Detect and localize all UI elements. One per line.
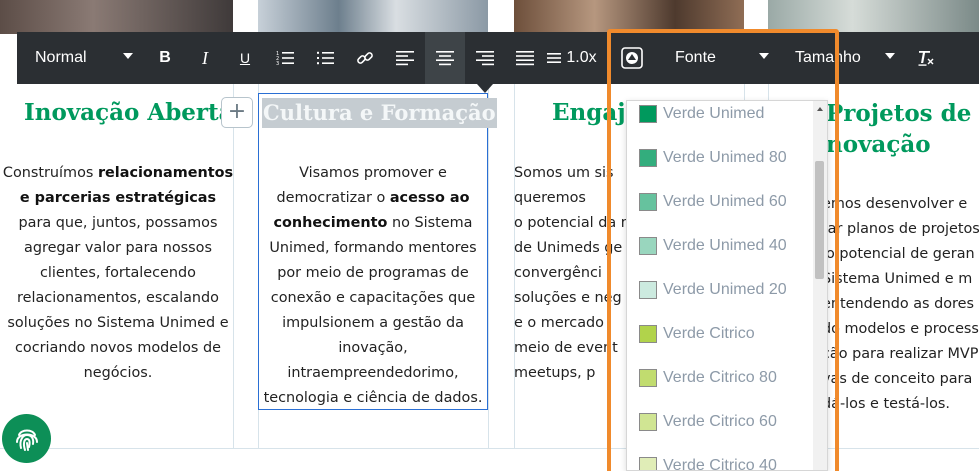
column-divider (488, 34, 489, 449)
bullet-list-icon (317, 51, 334, 65)
svg-text:3: 3 (276, 61, 279, 66)
text-line: Sistema Unimed e m (822, 271, 973, 287)
column-title-cultura-formacao[interactable]: Cultura e Formação (262, 98, 497, 128)
chevron-down-icon (123, 53, 133, 59)
text-line: do modelos e process (822, 321, 979, 337)
text-line: tar planos de projetos (822, 221, 979, 237)
bullet-list-button[interactable] (307, 32, 343, 84)
align-left-button[interactable] (387, 32, 423, 84)
align-center-button[interactable] (425, 32, 465, 84)
column-text-projetos-inovacao[interactable]: emos desenvolver e tar planos de projetos… (822, 192, 979, 417)
link-button[interactable] (347, 32, 383, 84)
text-line: ção para realizar MVP (822, 346, 979, 362)
paragraph-style-label: Normal (35, 49, 87, 66)
chevron-down-icon (885, 53, 895, 59)
title-line: Projetos de (826, 100, 972, 127)
text-run: no Sistema Unimed, formando mentores por… (263, 215, 483, 406)
align-right-button[interactable] (467, 32, 503, 84)
add-block-button[interactable]: + (221, 97, 253, 128)
column-text-inovacao-aberta[interactable]: Construímos relacionamentos e parcerias … (2, 161, 234, 386)
link-icon (357, 52, 373, 64)
text-run: para que, juntos, possamos agregar valor… (7, 215, 229, 381)
title-line: novação (826, 131, 931, 158)
text-line: emos desenvolver e (822, 196, 968, 212)
align-justify-button[interactable] (507, 32, 543, 84)
text-line: entendendo as dores (822, 296, 974, 312)
text-line: dá-los e testá-los. (822, 396, 950, 412)
paragraph-style-dropdown[interactable]: Normal (17, 32, 141, 84)
text-run: Construímos (2, 165, 98, 181)
clear-formatting-icon (918, 51, 934, 66)
fingerprint-icon (15, 429, 38, 451)
text-line: vas de conceito para (822, 371, 973, 387)
bold-button[interactable]: B (148, 32, 182, 84)
column-image-inovacao-aberta (0, 0, 233, 34)
highlight-annotation-box (607, 29, 839, 471)
column-text-cultura-formacao[interactable]: Visamos promover e democratizar o acesso… (262, 161, 484, 411)
ordered-list-icon: 123 (276, 51, 294, 66)
align-justify-icon (516, 51, 534, 66)
line-height-dropdown[interactable]: 1.0x (543, 32, 601, 84)
italic-button[interactable]: I (188, 32, 222, 84)
align-right-icon (476, 51, 494, 66)
ordered-list-button[interactable]: 123 (267, 32, 303, 84)
line-height-icon (547, 53, 562, 63)
text-line: lo potencial de geran (822, 246, 975, 262)
column-title-inovacao-aberta[interactable]: Inovação Aberta (24, 98, 234, 128)
fingerprint-fab-button[interactable] (2, 414, 51, 463)
align-center-icon (436, 51, 454, 66)
underline-button[interactable]: U (228, 32, 262, 84)
column-image-cultura-formacao (258, 0, 488, 34)
align-left-icon (396, 51, 414, 66)
column-title-projetos-inovacao[interactable]: Projetos de novação (826, 98, 971, 160)
toolbar-pointer (477, 84, 493, 93)
clear-formatting-button[interactable] (909, 32, 943, 84)
line-height-label: 1.0x (566, 49, 597, 66)
